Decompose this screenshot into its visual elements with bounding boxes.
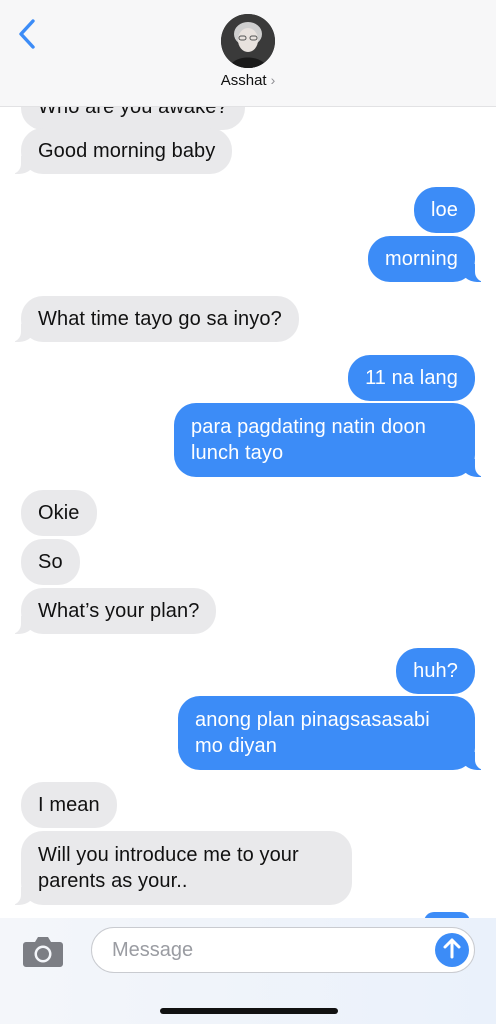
contact-name-button[interactable]: Asshat › bbox=[0, 72, 496, 89]
contact-name: Asshat bbox=[220, 72, 267, 89]
message-input-container[interactable] bbox=[91, 927, 475, 973]
message-bubble-incoming[interactable]: Will you introduce me to your parents as… bbox=[11, 831, 352, 905]
message-bubble-incoming[interactable]: I mean bbox=[21, 782, 117, 828]
back-button[interactable] bbox=[10, 18, 44, 54]
home-indicator bbox=[160, 1008, 338, 1014]
arrow-up-icon bbox=[442, 937, 462, 964]
avatar[interactable] bbox=[221, 14, 275, 68]
camera-button[interactable] bbox=[22, 934, 64, 968]
message-bubble-outgoing[interactable]: 11 na lang bbox=[348, 355, 475, 401]
message-bubble-outgoing[interactable]: anong plan pinagsasasabi mo diyan bbox=[178, 696, 485, 770]
message-bubble-incoming[interactable]: So bbox=[21, 539, 80, 585]
message-bubble-outgoing[interactable]: huh? bbox=[396, 648, 475, 694]
chevron-left-icon bbox=[16, 18, 38, 55]
message-bubble-outgoing[interactable]: morning bbox=[368, 236, 485, 282]
message-input[interactable] bbox=[110, 937, 414, 963]
message-bubble-outgoing[interactable]: loe bbox=[414, 187, 475, 233]
chevron-right-icon: › bbox=[270, 72, 276, 88]
conversation-header: Asshat › bbox=[0, 0, 496, 107]
send-button[interactable] bbox=[435, 933, 469, 967]
camera-icon bbox=[22, 937, 64, 972]
message-bubble-incoming[interactable]: Okie bbox=[21, 490, 97, 536]
message-bubble-incoming[interactable]: Good morning baby bbox=[10, 128, 233, 174]
message-bubble-incoming[interactable]: What time tayo go sa inyo? bbox=[11, 296, 299, 342]
message-thread[interactable]: Who are you awake? Good morning baby loe… bbox=[0, 0, 496, 1024]
message-bubble-outgoing[interactable]: para pagdating natin doon lunch tayo bbox=[174, 403, 485, 477]
message-bubble-incoming[interactable]: What’s your plan? bbox=[10, 588, 217, 634]
